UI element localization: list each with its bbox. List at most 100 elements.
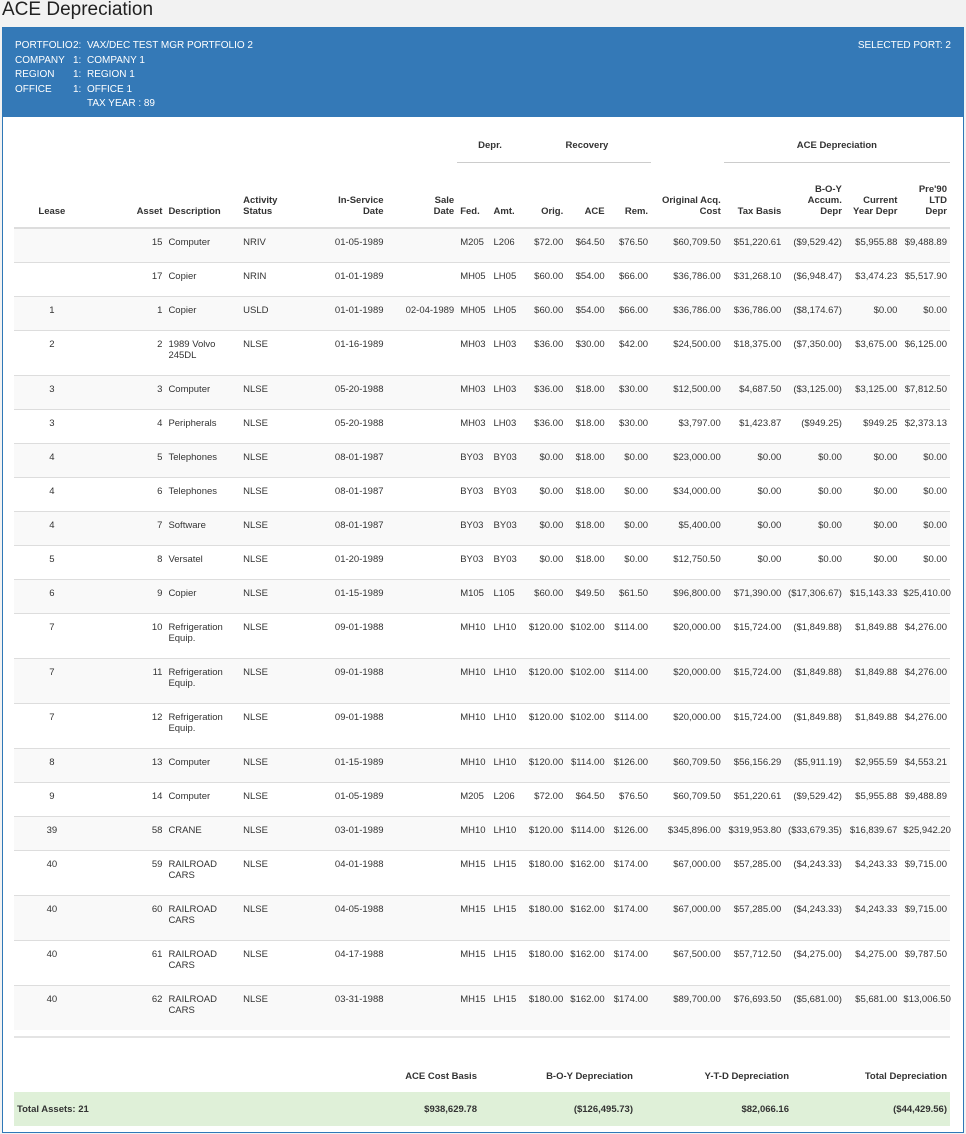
cell-sale-date — [386, 815, 458, 850]
cell-amt: LH03 — [490, 374, 523, 409]
cell-lease — [14, 227, 90, 262]
cell-tax-basis: $57,285.00 — [723, 894, 785, 940]
cell-pre90-ltd-depr: $9,715.00 — [900, 849, 950, 895]
selected-port-label: SELECTED PORT: 2 — [857, 40, 951, 51]
cell-description: Telephones — [165, 442, 241, 477]
cell-current-year-depr: $5,955.88 — [844, 781, 901, 816]
cell-amt: LH05 — [490, 261, 523, 296]
cell-activity-status: NLSE — [240, 984, 311, 1030]
cell-activity-status: NLSE — [240, 544, 311, 579]
cell-current-year-depr: $5,955.88 — [844, 227, 901, 262]
cell-ace: $54.00 — [566, 261, 608, 296]
cell-boy-accum-depr: $0.00 — [784, 544, 845, 579]
cell-rem: $114.00 — [607, 612, 652, 658]
cell-amt: LH03 — [490, 408, 523, 443]
col-sale-date: Sale Date — [386, 162, 458, 229]
cell-in-service-date: 05-20-1988 — [310, 374, 387, 409]
cell-asset: 13 — [89, 747, 166, 782]
group-header-row: Depr. Recovery ACE Depreciation — [14, 128, 950, 163]
cell-ace: $102.00 — [566, 612, 608, 658]
cell-asset: 4 — [89, 408, 166, 443]
col-amt: Amt. — [490, 162, 523, 229]
cell-rem: $114.00 — [607, 657, 652, 703]
cell-current-year-depr: $3,675.00 — [844, 329, 901, 375]
cell-boy-accum-depr: ($4,243.33) — [784, 894, 845, 940]
cell-rem: $42.00 — [607, 329, 652, 375]
cell-ace: $162.00 — [566, 894, 608, 940]
cell-asset: 8 — [89, 544, 166, 579]
total-depreciation: ($44,429.56) — [792, 1092, 950, 1126]
cell-fed: MH10 — [457, 702, 491, 748]
table-row: 6 9 Copier NLSE 01-15-1989 M105 L105 $60.00 $49.… — [14, 578, 951, 613]
col-original-acq-cost: Original Acq. Cost — [651, 162, 724, 229]
cell-description: Refrigeration Equip. — [165, 657, 241, 703]
cell-amt: L206 — [490, 227, 523, 262]
cell-amt: LH03 — [490, 329, 523, 375]
cell-original-acq-cost: $67,500.00 — [651, 939, 724, 985]
cell-amt: L105 — [490, 578, 523, 613]
cell-in-service-date: 08-01-1987 — [310, 476, 387, 511]
cell-rem: $30.00 — [607, 374, 652, 409]
col-asset: Asset — [89, 162, 166, 229]
cell-tax-basis: $0.00 — [723, 476, 785, 511]
cell-activity-status: NLSE — [240, 781, 311, 816]
cell-sale-date — [386, 747, 458, 782]
cell-description: Computer — [165, 227, 241, 262]
cell-amt: L206 — [490, 781, 523, 816]
cell-amt: LH15 — [490, 894, 523, 940]
cell-boy-accum-depr: ($6,948.47) — [784, 261, 845, 296]
cell-rem: $174.00 — [607, 939, 652, 985]
cell-in-service-date: 05-20-1988 — [310, 408, 387, 443]
cell-rem: $30.00 — [607, 408, 652, 443]
cell-tax-basis: $76,693.50 — [723, 984, 785, 1030]
cell-asset: 58 — [89, 815, 166, 850]
cell-amt: LH15 — [490, 849, 523, 895]
cell-lease: 40 — [14, 939, 90, 985]
cell-rem: $174.00 — [607, 849, 652, 895]
cell-in-service-date: 01-05-1989 — [310, 781, 387, 816]
cell-original-acq-cost: $36,786.00 — [651, 295, 724, 330]
cell-original-acq-cost: $20,000.00 — [651, 657, 724, 703]
cell-current-year-depr: $4,243.33 — [844, 894, 901, 940]
cell-description: CRANE — [165, 815, 241, 850]
cell-tax-basis: $1,423.87 — [723, 408, 785, 443]
cell-in-service-date: 08-01-1987 — [310, 442, 387, 477]
cell-boy-accum-depr: ($5,911.19) — [784, 747, 845, 782]
cell-fed: MH03 — [457, 408, 491, 443]
cell-tax-basis: $56,156.29 — [723, 747, 785, 782]
cell-activity-status: NLSE — [240, 510, 311, 545]
cell-boy-accum-depr: ($1,849.88) — [784, 657, 845, 703]
cell-original-acq-cost: $5,400.00 — [651, 510, 724, 545]
cell-tax-basis: $0.00 — [723, 510, 785, 545]
cell-sale-date — [386, 476, 458, 511]
cell-orig: $180.00 — [522, 894, 567, 940]
cell-lease: 3 — [14, 408, 90, 443]
cell-description: RAILROAD CARS — [165, 939, 241, 985]
cell-tax-basis: $0.00 — [723, 544, 785, 579]
cell-pre90-ltd-depr: $9,488.89 — [900, 781, 950, 816]
cell-rem: $0.00 — [607, 476, 652, 511]
cell-tax-basis: $36,786.00 — [723, 295, 785, 330]
cell-lease: 7 — [14, 612, 90, 658]
col-lease: Lease — [14, 162, 90, 229]
totals-summary: ACE Cost Basis B-O-Y Depreciation Y-T-D … — [14, 1036, 950, 1126]
cell-tax-basis: $319,953.80 — [723, 815, 785, 850]
table-row: 4 5 Telephones NLSE 08-01-1987 BY03 BY03 $0.00 $… — [14, 442, 950, 477]
cell-original-acq-cost: $60,709.50 — [651, 747, 724, 782]
cell-activity-status: NLSE — [240, 815, 311, 850]
cell-boy-accum-depr: ($4,275.00) — [784, 939, 845, 985]
cell-lease: 4 — [14, 442, 90, 477]
cell-original-acq-cost: $67,000.00 — [651, 849, 724, 895]
cell-pre90-ltd-depr: $4,276.00 — [900, 657, 950, 703]
group-depr: Depr. — [457, 128, 523, 163]
cell-fed: MH05 — [457, 261, 491, 296]
cell-ace: $114.00 — [566, 747, 608, 782]
cell-amt: LH10 — [490, 747, 523, 782]
cell-description: RAILROAD CARS — [165, 984, 241, 1030]
summary-ace-cost-basis-label: ACE Cost Basis — [244, 1036, 480, 1092]
cell-asset: 5 — [89, 442, 166, 477]
cell-fed: M205 — [457, 781, 491, 816]
cell-sale-date — [386, 408, 458, 443]
cell-tax-basis: $18,375.00 — [723, 329, 785, 375]
cell-in-service-date: 04-01-1988 — [310, 849, 387, 895]
